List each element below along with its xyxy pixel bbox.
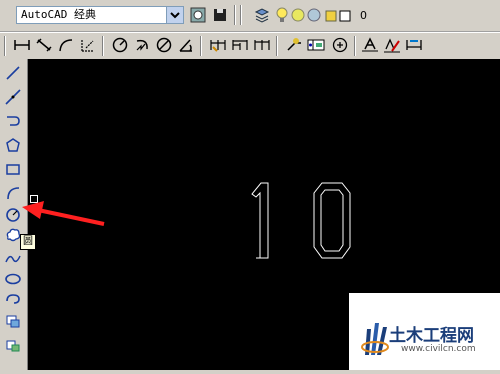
watermark-logo-icon — [361, 323, 389, 355]
watermark-title: 土木工程网 — [389, 326, 474, 346]
watermark-url: www.civilcn.com — [401, 344, 476, 354]
watermark: 土木工程网 www.civilcn.com — [349, 293, 500, 370]
